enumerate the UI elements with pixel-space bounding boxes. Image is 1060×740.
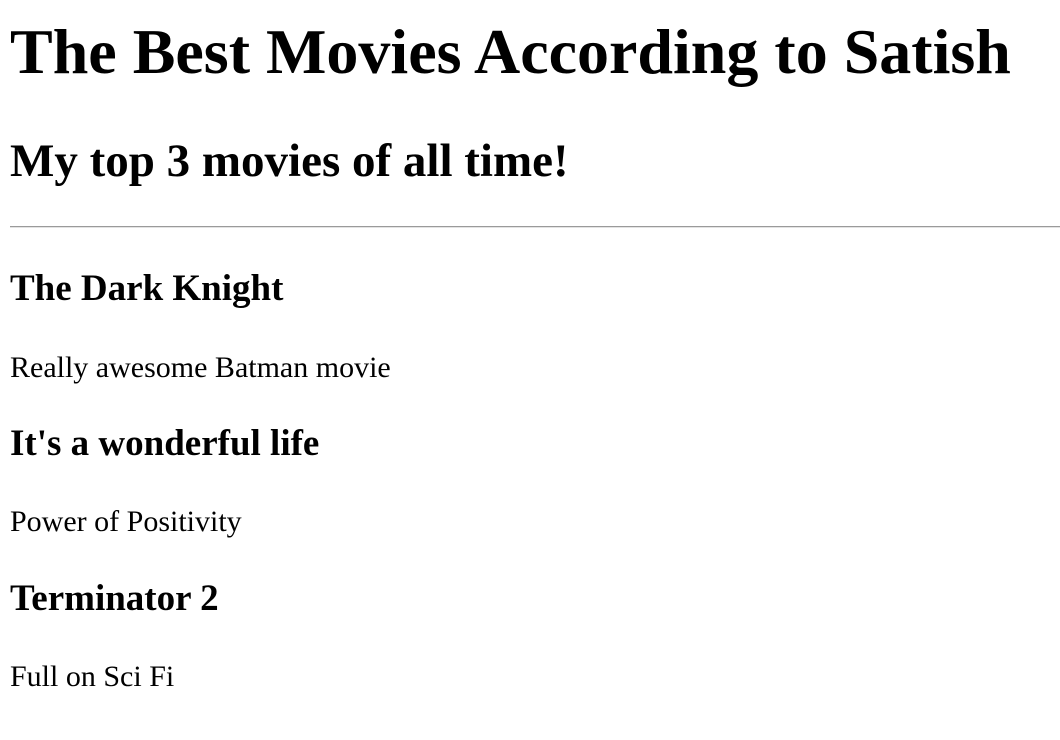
movie-title: The Dark Knight (10, 268, 284, 309)
movie-description: Really awesome Batman movie (10, 351, 391, 384)
divider (10, 226, 1060, 228)
movie-description: Full on Sci Fi (10, 660, 175, 693)
page-subtitle: My top 3 movies of all time! (10, 135, 569, 187)
page: The Best Movies According to Satish My t… (0, 0, 1060, 740)
movie-description: Power of Positivity (10, 505, 242, 538)
movie-title: Terminator 2 (10, 578, 219, 619)
movie-title: It's a wonderful life (10, 423, 320, 464)
page-title: The Best Movies According to Satish (10, 16, 1011, 87)
